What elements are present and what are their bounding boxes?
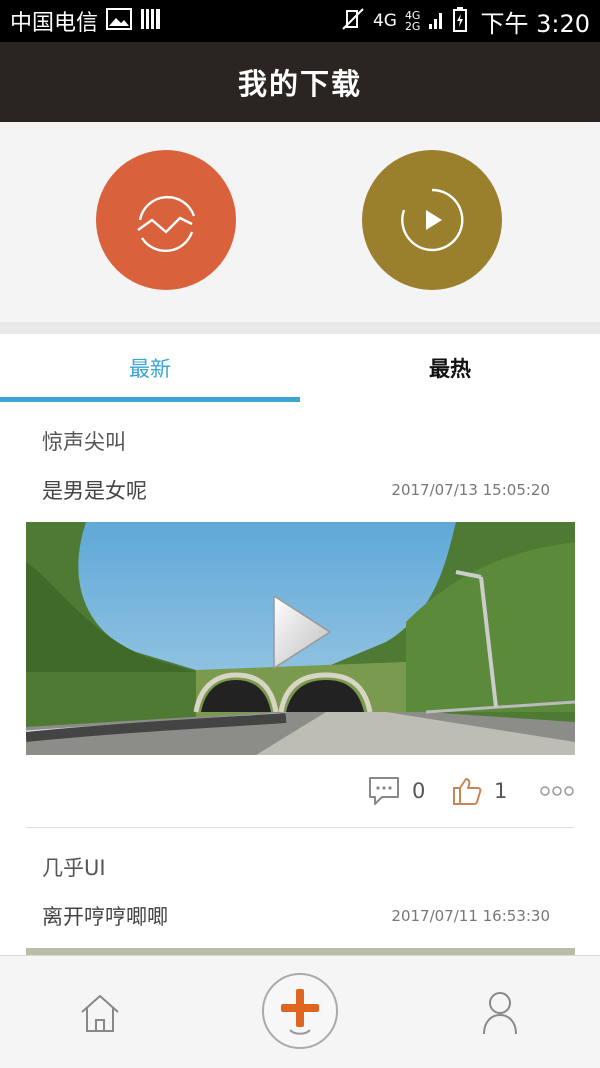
battery-icon — [452, 6, 468, 36]
post-item: 惊声尖叫 是男是女呢 2017/07/13 15:05:20 0 1 — [0, 402, 600, 828]
post-category: 惊声尖叫 — [42, 430, 126, 454]
comment-action[interactable]: 0 — [368, 776, 452, 806]
profile-icon — [483, 992, 517, 1035]
nav-add-button[interactable] — [261, 972, 339, 1054]
tab-latest[interactable]: 最新 — [0, 334, 300, 402]
video-thumbnail[interactable] — [26, 522, 575, 755]
status-left: 中国电信 — [10, 5, 162, 37]
image-icon — [106, 8, 133, 34]
post-header: 离开哼哼唧唧 2017/07/11 16:53:30 — [0, 884, 600, 948]
post-title: 是男是女呢 — [42, 479, 147, 503]
more-icon — [540, 786, 574, 796]
feed: 惊声尖叫 是男是女呢 2017/07/13 15:05:20 0 1 几乎UI … — [0, 402, 600, 978]
play-circle-button[interactable] — [362, 150, 502, 290]
post-actions: 0 1 — [0, 755, 600, 827]
hero-section — [0, 122, 600, 322]
nav-home[interactable] — [78, 992, 122, 1038]
more-action[interactable] — [540, 785, 574, 797]
network-secondary-bottom: 2G — [404, 20, 421, 33]
home-icon — [81, 995, 119, 1032]
mute-icon — [341, 7, 365, 35]
status-right: 4G 4G 2G 下午 3:20 — [341, 4, 590, 39]
bottom-nav — [0, 955, 600, 1068]
thumbs-up-icon — [453, 778, 482, 805]
post-time: 2017/07/13 15:05:20 — [391, 481, 550, 499]
add-icon — [262, 973, 338, 1049]
network-4g-label: 4G — [372, 10, 397, 31]
play-icon[interactable] — [266, 592, 336, 672]
post-time: 2017/07/11 16:53:30 — [391, 907, 550, 925]
play-circle-icon — [401, 188, 464, 252]
clock: 下午 3:20 — [480, 9, 590, 38]
barcode-icon — [140, 8, 162, 34]
dual-network-label: 4G 2G — [405, 10, 421, 32]
like-action[interactable]: 1 — [452, 776, 534, 806]
section-divider — [0, 322, 600, 334]
post-title: 离开哼哼唧唧 — [42, 905, 168, 929]
nav-profile[interactable] — [482, 990, 518, 1040]
title-bar: 我的下载 — [0, 42, 600, 122]
wave-circle-icon — [137, 195, 196, 253]
comment-count: 0 — [412, 779, 426, 803]
tab-bar: 最新 最热 — [0, 334, 600, 402]
carrier-label: 中国电信 — [10, 11, 99, 36]
signal-icon — [428, 8, 444, 34]
like-count: 1 — [494, 779, 508, 803]
post-header: 是男是女呢 2017/07/13 15:05:20 — [0, 458, 600, 522]
page-title: 我的下载 — [237, 67, 362, 101]
tab-hottest[interactable]: 最热 — [300, 334, 600, 402]
post-category: 几乎UI — [42, 856, 106, 880]
wave-circle-button[interactable] — [96, 150, 236, 290]
status-bar: 中国电信 4G 4G 2G 下午 3:20 — [0, 0, 600, 42]
comment-icon — [369, 777, 399, 805]
